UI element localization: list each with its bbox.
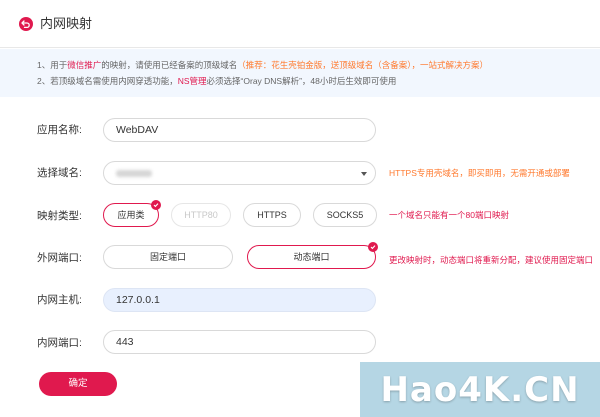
option-label: HTTP80: [184, 210, 218, 220]
map-type-option-socks5[interactable]: SOCKS5: [313, 203, 377, 227]
page-header: 内网映射: [0, 0, 600, 48]
map-type-option-http80[interactable]: HTTP80: [171, 203, 231, 227]
internal-host-input[interactable]: 127.0.0.1: [103, 288, 376, 312]
notice-box: 1、用于微信推广的映射，请使用已经备案的顶级域名（推荐：花生壳铂金版，送顶级域名…: [0, 49, 600, 97]
app-name-input[interactable]: WebDAV: [103, 118, 376, 142]
domain-hint: HTTPS专用壳域名，即买即用，无需开通或部署: [389, 168, 570, 178]
notice-text: 必须选择“Oray DNS解析”，48小时后生效即可使用: [206, 76, 397, 86]
map-type-option-https[interactable]: HTTPS: [243, 203, 301, 227]
notice-text: 1、用于: [37, 60, 68, 70]
check-icon: [368, 242, 378, 252]
option-label: SOCKS5: [326, 210, 364, 220]
watermark-logo: Hao4K.CN: [360, 362, 600, 417]
notice-highlight: 微信推广: [67, 60, 102, 70]
option-label: 应用类: [117, 210, 145, 220]
notice-text: 2、若顶级域名需使用内网穿透功能，: [37, 76, 178, 86]
internal-host-label: 内网主机:: [37, 294, 82, 306]
notice-recommend-link[interactable]: （推荐：花生壳铂金版，送顶级域名（含备案），一站式解决方案）: [237, 60, 488, 70]
option-label: HTTPS: [257, 210, 287, 220]
notice-ns-link[interactable]: NS管理: [178, 76, 207, 86]
domain-label: 选择域名:: [37, 167, 82, 179]
internal-port-label: 内网端口:: [37, 337, 82, 349]
external-port-label: 外网端口:: [37, 252, 82, 264]
external-port-hint: 更改映射时，动态端口将重新分配，建议使用固定端口: [389, 255, 594, 265]
notice-line-2: 2、若顶级域名需使用内网穿透功能，NS管理必须选择“Oray DNS解析”，48…: [37, 75, 396, 88]
notice-text: 的映射，请使用已经备案的顶级域名: [101, 60, 238, 70]
external-port-option-fixed[interactable]: 固定端口: [103, 245, 233, 269]
internal-port-input[interactable]: 443: [103, 330, 376, 354]
check-icon: [151, 200, 161, 210]
back-arrow-icon[interactable]: [19, 17, 33, 31]
page-title: 内网映射: [40, 16, 93, 31]
map-type-hint: 一个域名只能有一个80端口映射: [389, 210, 509, 220]
domain-select[interactable]: [103, 161, 376, 185]
option-label: 动态端口: [293, 252, 330, 262]
app-name-label: 应用名称:: [37, 124, 82, 136]
confirm-button[interactable]: 确定: [39, 372, 117, 396]
chevron-down-icon: [361, 172, 367, 176]
external-port-option-dynamic[interactable]: 动态端口: [247, 242, 378, 269]
map-type-label: 映射类型:: [37, 210, 82, 222]
map-type-option-app[interactable]: 应用类: [103, 200, 161, 227]
notice-line-1: 1、用于微信推广的映射，请使用已经备案的顶级域名（推荐：花生壳铂金版，送顶级域名…: [37, 59, 488, 72]
option-label: 固定端口: [149, 252, 186, 262]
blurred-domain: [116, 170, 152, 177]
